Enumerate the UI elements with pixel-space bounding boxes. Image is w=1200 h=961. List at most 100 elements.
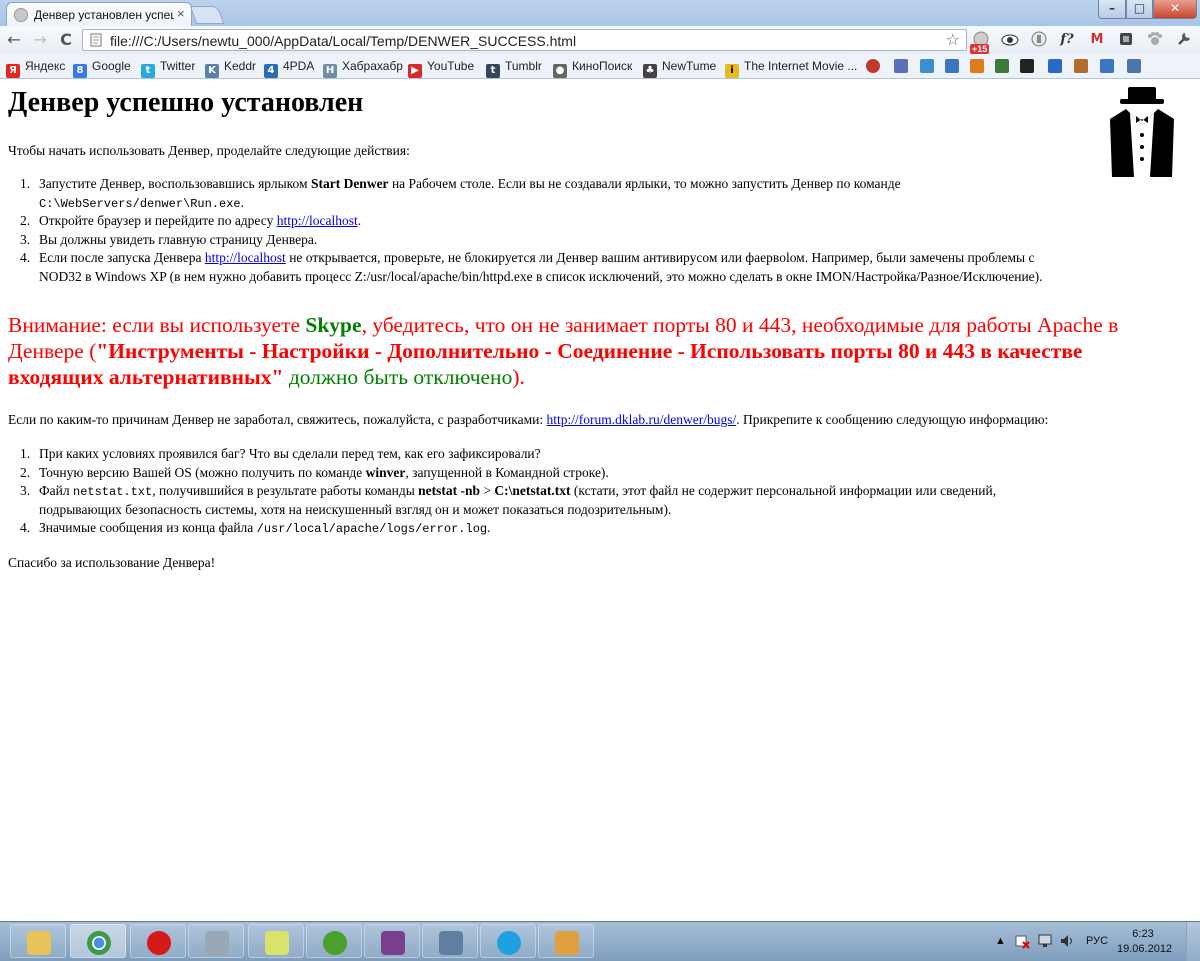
system-tool-taskbar-button[interactable] <box>422 924 478 958</box>
page-favicon-icon <box>14 8 28 22</box>
bookmark-icon[interactable] <box>894 59 908 73</box>
explorer-taskbar-button[interactable] <box>10 924 66 958</box>
address-bar[interactable]: file:///C:/Users/newtu_000/AppData/Local… <box>82 29 967 51</box>
bookmark-icon[interactable] <box>1074 59 1088 73</box>
bookmark-label: Google <box>92 59 131 73</box>
tumblr-icon: t <box>486 64 500 78</box>
browser-tab-active[interactable]: Денвер установлен успеш × <box>6 2 192 27</box>
bookmark-star-badge-icon[interactable] <box>866 59 880 73</box>
report-text: При каких условиях проявился баг? Что вы… <box>39 446 541 461</box>
bookmark-tumblr[interactable]: t Tumblr <box>486 58 542 78</box>
bookmark-icon[interactable] <box>970 59 984 73</box>
paint-taskbar-button[interactable] <box>538 924 594 958</box>
report-text: , запущенной в Командной строке). <box>405 464 609 480</box>
bookmark-keddr[interactable]: K Keddr <box>205 58 256 78</box>
bookmark-icon[interactable] <box>920 59 934 73</box>
wrench-menu-icon[interactable] <box>1175 31 1193 49</box>
tray-expand-icon[interactable]: ▲ <box>995 935 1006 947</box>
localhost-link[interactable]: http://localhost <box>277 213 358 228</box>
close-window-button[interactable]: ✕ <box>1153 0 1197 19</box>
network-icon[interactable] <box>1037 933 1053 949</box>
step-text: на Рабочем столе. Если вы не создавали я… <box>388 176 901 191</box>
bookmark-label: NewTume <box>662 59 717 73</box>
report-text: подрывающих безопасность системы, хотя н… <box>39 501 672 517</box>
step-text: не открывается, проверьте, не блокируетс… <box>285 250 1035 265</box>
bookmark-habrahabr[interactable]: H Хабрахабр <box>323 58 403 78</box>
warning-settings-path: "Инструменты - Настройки - Дополнительно… <box>8 339 1083 389</box>
bookmark-kinopoisk[interactable]: ● КиноПоиск <box>553 58 632 78</box>
list-item: 2. Откройте браузер и перейдите по адрес… <box>20 212 1180 231</box>
report-text: Точную версию Вашей OS (можно получить п… <box>39 464 366 480</box>
maximize-button[interactable]: □ <box>1126 0 1153 19</box>
language-indicator[interactable]: РУС <box>1086 935 1108 947</box>
clock-time: 6:23 <box>1132 928 1154 940</box>
system-clock[interactable]: 6:23 19.06.2012 <box>1117 927 1172 957</box>
bookmark-icon[interactable] <box>1048 59 1062 73</box>
sticky-notes-taskbar-button[interactable] <box>248 924 304 958</box>
list-item: 4. Если после запуска Денвера http://loc… <box>20 249 1180 286</box>
list-item: 2. Точную версию Вашей OS (можно получит… <box>20 464 1180 483</box>
bookmark-newtume[interactable]: ♣ NewTume <box>643 58 717 78</box>
new-tab-button[interactable] <box>189 6 225 24</box>
list-number: 3. <box>20 483 31 498</box>
winrar-taskbar-button[interactable] <box>364 924 420 958</box>
bookmark-youtube[interactable]: ▶ YouTube <box>408 58 475 78</box>
bookmark-star-icon[interactable]: ☆ <box>946 30 960 49</box>
list-item: 1. Запустите Денвер, воспользовавшись яр… <box>20 175 1180 212</box>
back-button[interactable]: ← <box>4 30 24 50</box>
bookmark-label: The Internet Movie ... <box>744 59 858 73</box>
bookmark-label: YouTube <box>427 59 475 73</box>
eye-extension-icon[interactable] <box>1001 31 1019 49</box>
evernote-icon[interactable] <box>1117 31 1135 49</box>
reload-button[interactable]: C <box>56 30 76 50</box>
thanks-text: Спасибо за использование Денвера! <box>8 555 216 570</box>
tab-close-button[interactable]: × <box>177 6 185 21</box>
utorrent-taskbar-button[interactable] <box>306 924 362 958</box>
localhost-link[interactable]: http://localhost <box>205 250 286 265</box>
bookmark-google[interactable]: 8 Google <box>73 58 131 78</box>
vk-icon[interactable] <box>1127 59 1141 73</box>
volume-icon[interactable] <box>1059 933 1075 949</box>
page-icon <box>90 33 102 47</box>
warning-text: Внимание: если вы используете <box>8 313 306 337</box>
warning-skype: Skype <box>305 313 362 337</box>
denwer-butler-logo <box>1110 87 1174 177</box>
forward-button[interactable]: → <box>30 30 50 50</box>
step-text: Вы должны увидеть главную страницу Денве… <box>39 231 318 247</box>
report-emphasis: netstat -nb <box>418 483 481 498</box>
bookmark-icon[interactable] <box>945 59 959 73</box>
skype-taskbar-button[interactable] <box>480 924 536 958</box>
bookmark-twitter[interactable]: t Twitter <box>141 58 195 78</box>
bookmark-imdb[interactable]: i The Internet Movie ... <box>725 58 858 78</box>
skype-warning: Внимание: если вы используете Skype, убе… <box>8 312 1183 390</box>
window-titlebar: Денвер установлен успеш × – □ ✕ <box>0 0 1200 27</box>
bookmark-icon[interactable] <box>1100 59 1114 73</box>
step-emphasis: Start Denwer <box>310 176 389 191</box>
bookmark-4pda[interactable]: 4 4PDA <box>264 58 314 78</box>
google-icon: 8 <box>73 64 87 78</box>
yandex-icon: Я <box>6 64 20 78</box>
opera-taskbar-button[interactable] <box>130 924 186 958</box>
calculator-taskbar-button[interactable] <box>188 924 244 958</box>
warning-text: ). <box>512 365 525 389</box>
paw-extension-icon[interactable] <box>1146 31 1164 49</box>
utorrent-icon <box>323 931 347 955</box>
bookmark-icon[interactable] <box>995 59 1009 73</box>
list-item: 3. Файл netstat.txt, получившийся в резу… <box>20 482 1180 519</box>
report-text: . <box>487 520 491 535</box>
step-text: . <box>240 194 245 210</box>
action-center-icon[interactable] <box>1014 933 1030 949</box>
hand-extension-icon[interactable] <box>1030 31 1048 49</box>
bookmark-icon[interactable] <box>1020 59 1034 73</box>
skype-icon <box>497 931 521 955</box>
bug-forum-link[interactable]: http://forum.dklab.ru/denwer/bugs/ <box>547 412 737 427</box>
address-url[interactable]: file:///C:/Users/newtu_000/AppData/Local… <box>110 33 576 49</box>
twitter-icon: t <box>141 64 155 78</box>
step-text: NOD32 в Windows XP (в нем нужно добавить… <box>39 268 1043 284</box>
f-extension-icon[interactable]: f? <box>1058 31 1076 49</box>
bookmark-yandex[interactable]: Я Яндекс <box>6 58 65 78</box>
minimize-button[interactable]: – <box>1098 0 1126 19</box>
gmail-icon[interactable]: M <box>1088 31 1106 49</box>
show-desktop-button[interactable] <box>1186 922 1200 961</box>
chrome-taskbar-button[interactable] <box>70 924 126 958</box>
